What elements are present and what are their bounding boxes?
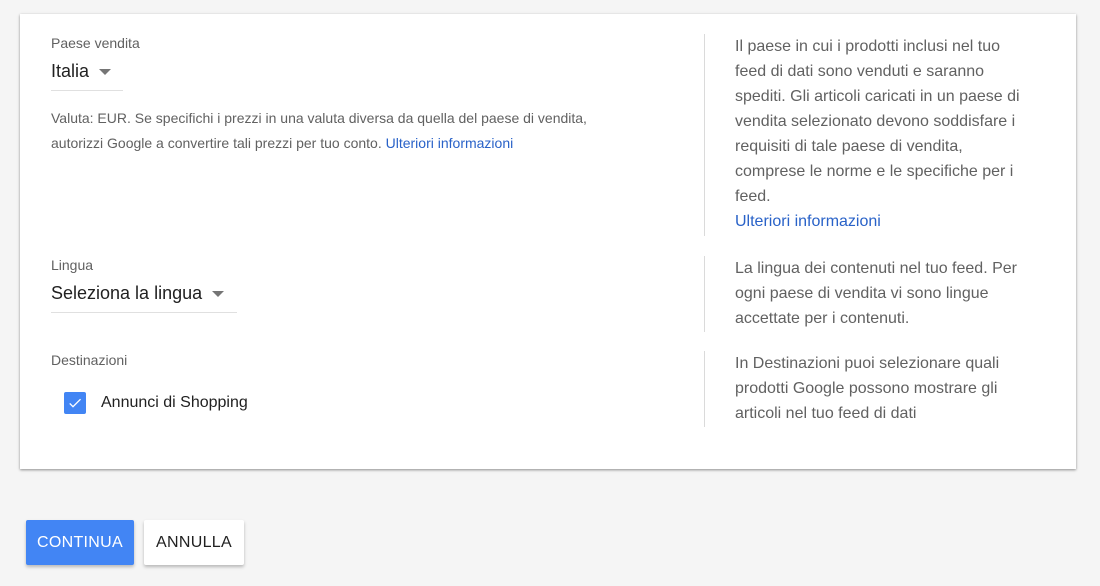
section-divider xyxy=(704,351,705,427)
checkmark-icon xyxy=(69,398,81,408)
language-description-text: La lingua dei contenuti nel tuo feed. Pe… xyxy=(735,260,1017,327)
section-divider xyxy=(704,256,705,332)
country-section: Paese vendita Italia Valuta: EUR. Se spe… xyxy=(20,34,1076,236)
language-controls: Lingua Seleziona la lingua xyxy=(51,256,661,313)
shopping-ads-checkbox[interactable] xyxy=(64,392,86,414)
language-section: Lingua Seleziona la lingua La lingua dei… xyxy=(20,256,1076,332)
destinations-section: Destinazioni Annunci di Shopping In Dest… xyxy=(20,351,1076,427)
section-divider xyxy=(704,34,705,236)
caret-down-icon xyxy=(99,69,112,75)
language-description: La lingua dei contenuti nel tuo feed. Pe… xyxy=(735,256,1035,331)
currency-learn-more-link[interactable]: Ulteriori informazioni xyxy=(386,135,514,151)
cancel-button[interactable]: ANNULLA xyxy=(144,520,244,565)
country-learn-more-link[interactable]: Ulteriori informazioni xyxy=(735,213,881,230)
shopping-ads-option[interactable]: Annunci di Shopping xyxy=(64,391,248,415)
feed-settings-card: Paese vendita Italia Valuta: EUR. Se spe… xyxy=(20,14,1076,469)
language-label: Lingua xyxy=(51,257,94,273)
country-label: Paese vendita xyxy=(51,35,140,51)
caret-down-icon xyxy=(212,291,225,297)
shopping-ads-label: Annunci di Shopping xyxy=(101,394,248,411)
country-dropdown[interactable]: Italia xyxy=(51,57,123,91)
country-description: Il paese in cui i prodotti inclusi nel t… xyxy=(735,34,1035,234)
country-controls: Paese vendita Italia Valuta: EUR. Se spe… xyxy=(51,34,661,156)
country-selected-value: Italia xyxy=(51,61,90,81)
currency-helper-text: Valuta: EUR. Se specifichi i prezzi in u… xyxy=(51,106,641,156)
continue-button[interactable]: CONTINUA xyxy=(26,520,134,565)
language-selected-value: Seleziona la lingua xyxy=(51,283,203,303)
destinations-description-text: In Destinazioni puoi selezionare quali p… xyxy=(735,355,1000,422)
destinations-description: In Destinazioni puoi selezionare quali p… xyxy=(735,351,1035,426)
destinations-controls: Destinazioni Annunci di Shopping xyxy=(51,351,661,414)
destinations-label: Destinazioni xyxy=(51,352,128,368)
language-dropdown[interactable]: Seleziona la lingua xyxy=(51,279,237,313)
country-description-text: Il paese in cui i prodotti inclusi nel t… xyxy=(735,38,1020,205)
